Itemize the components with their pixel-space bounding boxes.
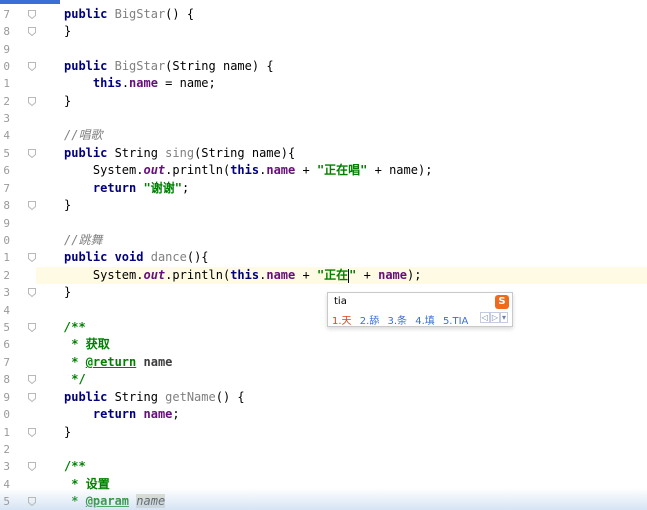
ime-candidate[interactable]: 3.条 bbox=[387, 312, 407, 327]
code-line-active[interactable]: System.out.println(this.name + "正在" + na… bbox=[64, 267, 421, 284]
ime-more-button[interactable]: ▾ bbox=[499, 312, 508, 323]
ime-candidate[interactable]: 1.天 bbox=[332, 312, 352, 327]
fold-marker-icon[interactable] bbox=[28, 375, 36, 385]
line-number: 6 bbox=[3, 338, 10, 351]
line-number: 1 bbox=[3, 426, 10, 439]
ime-candidate-popup[interactable]: tia S 1.天 2.舔 3.条 4.填 5.TIA ◁ ▷ ▾ bbox=[327, 292, 513, 327]
line-number: 4 bbox=[3, 478, 10, 491]
code-line[interactable]: return "谢谢"; bbox=[64, 180, 189, 197]
code-line[interactable]: public void dance(){ bbox=[64, 249, 209, 266]
line-number: 9 bbox=[3, 217, 10, 230]
line-number: 0 bbox=[3, 408, 10, 421]
ime-candidate[interactable]: 2.舔 bbox=[360, 312, 380, 327]
ime-nav: ◁ ▷ ▾ bbox=[479, 312, 508, 323]
line-number: 5 bbox=[3, 495, 10, 508]
code-line[interactable]: } bbox=[64, 197, 71, 214]
line-number: 8 bbox=[3, 373, 10, 386]
javadoc-line[interactable]: /** bbox=[64, 319, 86, 336]
line-number: 4 bbox=[3, 129, 10, 142]
fold-marker-icon[interactable] bbox=[28, 149, 36, 159]
code-line[interactable]: System.out.println(this.name + "正在唱" + n… bbox=[64, 162, 433, 179]
fold-marker-icon[interactable] bbox=[28, 62, 36, 72]
line-number: 4 bbox=[3, 304, 10, 317]
line-number: 7 bbox=[3, 182, 10, 195]
fold-marker-icon[interactable] bbox=[28, 97, 36, 107]
line-number: 9 bbox=[3, 391, 10, 404]
fold-marker-icon[interactable] bbox=[28, 27, 36, 37]
ime-candidate[interactable]: 5.TIA bbox=[443, 316, 468, 327]
ime-next-page-button[interactable]: ▷ bbox=[489, 312, 500, 323]
line-number: 1 bbox=[3, 251, 10, 264]
javadoc-line[interactable]: * @return name bbox=[64, 354, 172, 371]
code-line[interactable]: } bbox=[64, 93, 71, 110]
file-tab-indicator bbox=[0, 0, 60, 4]
line-number: 7 bbox=[3, 356, 10, 369]
line-number: 1 bbox=[3, 77, 10, 90]
fold-marker-icon[interactable] bbox=[28, 462, 36, 472]
code-line[interactable]: public String sing(String name){ bbox=[64, 145, 295, 162]
ime-candidate[interactable]: 4.填 bbox=[415, 312, 435, 327]
code-line[interactable]: public BigStar() { bbox=[64, 6, 194, 23]
ime-input-text: tia bbox=[334, 296, 347, 307]
javadoc-line[interactable]: * 设置 bbox=[64, 476, 109, 493]
code-line[interactable]: return name; bbox=[64, 406, 180, 423]
code-comment[interactable]: //跳舞 bbox=[64, 232, 102, 249]
line-number: 2 bbox=[3, 95, 10, 108]
line-number: 3 bbox=[3, 460, 10, 473]
javadoc-line[interactable]: /** bbox=[64, 458, 86, 475]
line-number: 6 bbox=[3, 164, 10, 177]
code-line[interactable]: public String getName() { bbox=[64, 389, 245, 406]
fold-marker-icon[interactable] bbox=[28, 288, 36, 298]
line-number: 5 bbox=[3, 321, 10, 334]
code-line[interactable]: public BigStar(String name) { bbox=[64, 58, 274, 75]
ime-candidate-list: 1.天 2.舔 3.条 4.填 5.TIA bbox=[332, 312, 473, 327]
code-line[interactable]: } bbox=[64, 23, 71, 40]
line-number: 8 bbox=[3, 25, 10, 38]
javadoc-line[interactable]: * 获取 bbox=[64, 336, 109, 353]
line-number: 5 bbox=[3, 147, 10, 160]
line-number: 0 bbox=[3, 60, 10, 73]
line-number: 3 bbox=[3, 286, 10, 299]
fold-marker-icon[interactable] bbox=[28, 323, 36, 333]
fold-marker-icon[interactable] bbox=[28, 497, 36, 507]
line-number: 0 bbox=[3, 234, 10, 247]
code-line[interactable]: } bbox=[64, 424, 71, 441]
ime-prev-page-button[interactable]: ◁ bbox=[479, 312, 490, 323]
line-number: 2 bbox=[3, 269, 10, 282]
line-number: 2 bbox=[3, 443, 10, 456]
javadoc-line[interactable]: */ bbox=[64, 371, 85, 388]
code-comment[interactable]: //唱歌 bbox=[64, 127, 102, 144]
line-number: 3 bbox=[3, 112, 10, 125]
fold-marker-icon[interactable] bbox=[28, 253, 36, 263]
code-line[interactable]: } bbox=[64, 284, 71, 301]
fold-marker-icon[interactable] bbox=[28, 428, 36, 438]
fold-marker-icon[interactable] bbox=[28, 201, 36, 211]
fold-marker-icon[interactable] bbox=[28, 393, 36, 403]
code-line[interactable]: this.name = name; bbox=[64, 75, 216, 92]
line-number: 8 bbox=[3, 199, 10, 212]
fold-marker-icon[interactable] bbox=[28, 10, 36, 20]
ime-logo-icon: S bbox=[495, 295, 509, 309]
line-number: 9 bbox=[3, 43, 10, 56]
javadoc-line[interactable]: * @param name bbox=[64, 493, 166, 510]
line-number: 7 bbox=[3, 8, 10, 21]
